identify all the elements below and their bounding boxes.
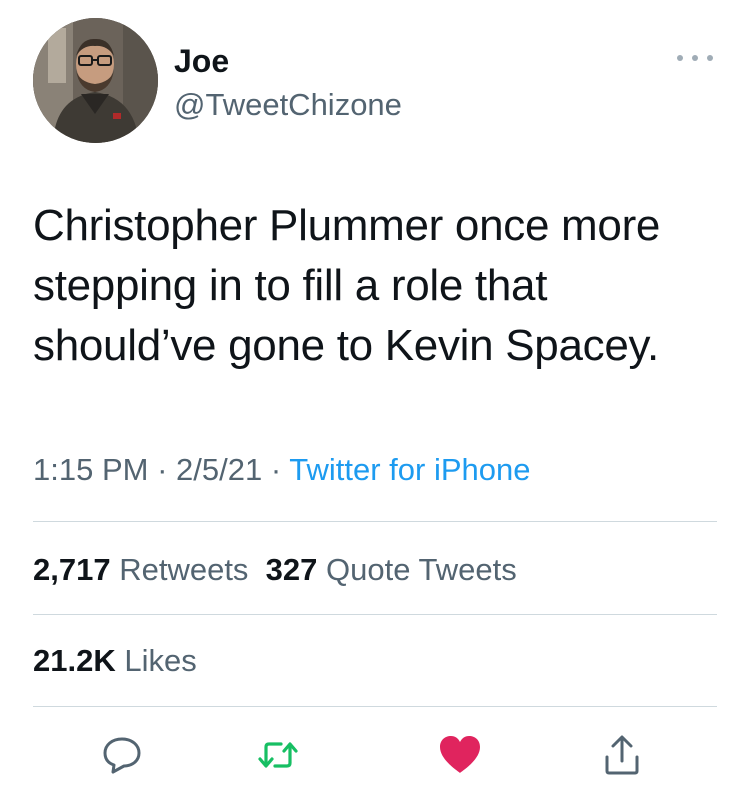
- tweet-date[interactable]: 2/5/21: [176, 452, 262, 487]
- engagement-stats: 2,717 Retweets 327 Quote Tweets: [33, 550, 517, 590]
- retweet-button[interactable]: [248, 725, 308, 785]
- user-handle[interactable]: @TweetChizone: [174, 86, 402, 124]
- likes-stat[interactable]: 21.2K Likes: [33, 643, 197, 678]
- avatar[interactable]: [33, 18, 158, 143]
- quotes-label: Quote Tweets: [326, 552, 517, 587]
- quotes-count: 327: [265, 552, 318, 587]
- tweet-metadata: 1:15 PM · 2/5/21 · Twitter for iPhone: [33, 450, 530, 490]
- more-dot: [677, 55, 683, 61]
- heart-icon: [440, 736, 480, 773]
- divider: [33, 706, 717, 707]
- meta-separator: ·: [157, 452, 168, 487]
- divider: [33, 614, 717, 615]
- more-dot: [692, 55, 698, 61]
- quote-tweets-stat[interactable]: 327 Quote Tweets: [266, 552, 517, 587]
- like-button[interactable]: [430, 725, 490, 785]
- likes-count: 21.2K: [33, 643, 116, 678]
- more-options-icon[interactable]: [677, 52, 713, 64]
- more-dot: [707, 55, 713, 61]
- action-bar: [0, 725, 750, 785]
- reply-button[interactable]: [92, 725, 152, 785]
- tweet-header: Joe @TweetChizone: [33, 18, 723, 146]
- display-name[interactable]: Joe: [174, 42, 229, 80]
- meta-separator: ·: [270, 452, 282, 487]
- reply-icon: [103, 737, 141, 774]
- tweet-time[interactable]: 1:15 PM: [33, 452, 148, 487]
- share-icon: [605, 735, 639, 775]
- share-button[interactable]: [592, 725, 652, 785]
- retweets-label: Retweets: [119, 552, 249, 587]
- likes-stat-row: 21.2K Likes: [33, 641, 197, 681]
- avatar-image: [33, 18, 158, 143]
- likes-label: Likes: [124, 643, 197, 678]
- retweet-icon: [258, 742, 298, 768]
- divider: [33, 521, 717, 522]
- retweets-stat[interactable]: 2,717 Retweets: [33, 552, 248, 587]
- tweet-source[interactable]: Twitter for iPhone: [289, 452, 530, 487]
- tweet-text: Christopher Plummer once more stepping i…: [33, 201, 661, 370]
- retweets-count: 2,717: [33, 552, 111, 587]
